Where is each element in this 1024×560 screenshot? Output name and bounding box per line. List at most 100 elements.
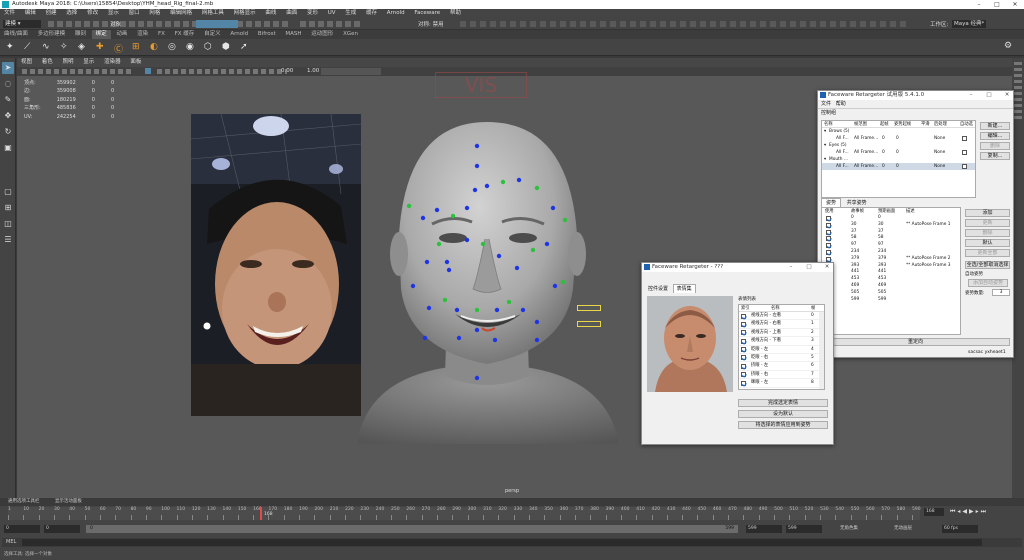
tracking-marker-blue[interactable] <box>492 337 498 343</box>
auto-pose-count-field[interactable]: 3 <box>992 289 1010 296</box>
shelf-tab-rigging[interactable]: 绑定 <box>91 30 111 39</box>
menu-deform[interactable]: 变形 <box>307 9 318 18</box>
tracking-marker-blue[interactable] <box>444 259 450 265</box>
cluster-icon[interactable]: Ⓒ <box>114 42 128 55</box>
expand-arrow-icon[interactable]: ▾ <box>824 142 826 149</box>
pose-row[interactable]: 234 234 <box>822 249 960 256</box>
close-icon[interactable]: ✕ <box>821 263 833 272</box>
auto-select-checkbox[interactable] <box>962 164 967 169</box>
menu-mesh-display[interactable]: 网格显示 <box>234 9 256 18</box>
pose-row[interactable]: 37 37 <box>822 229 960 236</box>
menu-generate[interactable]: 生成 <box>345 9 356 18</box>
tracking-marker-blue[interactable] <box>420 215 426 221</box>
close-icon[interactable]: ✕ <box>1006 0 1024 9</box>
tracking-marker-blue[interactable] <box>496 253 502 259</box>
shelf-tab-animation[interactable]: 动画 <box>112 30 131 39</box>
menu-modify[interactable]: 修改 <box>87 9 98 18</box>
tracking-marker-blue[interactable] <box>454 307 460 313</box>
color-space-dropdown[interactable] <box>321 68 381 75</box>
finish-expression-button[interactable]: 完成选定表情 <box>738 399 828 407</box>
pose-row[interactable]: 00 <box>822 215 960 222</box>
character-set-dropdown[interactable]: 无角色集 <box>840 524 858 534</box>
set-default-button[interactable]: 设为默认 <box>738 410 828 418</box>
start-time-field[interactable]: 0 <box>4 525 40 533</box>
tracking-marker-blue[interactable] <box>446 267 452 273</box>
maximize-icon[interactable]: □ <box>803 263 815 272</box>
select-tool-icon[interactable]: ➤ <box>2 62 14 74</box>
tracking-marker-green[interactable] <box>530 247 536 253</box>
tracking-marker-blue[interactable] <box>464 205 470 211</box>
tracking-marker-blue[interactable] <box>534 319 540 325</box>
tracking-marker-green[interactable] <box>450 213 456 219</box>
expression-checkbox[interactable] <box>741 347 746 353</box>
tracking-marker-blue[interactable] <box>484 183 490 189</box>
playback-end-field[interactable]: 599 <box>746 525 782 533</box>
tracking-marker-blue[interactable] <box>520 307 526 313</box>
tracking-marker-green[interactable] <box>474 307 480 313</box>
layout-four-icon[interactable]: ⊞ <box>2 202 14 214</box>
end-time-field[interactable]: 599 <box>786 525 822 533</box>
tab-toolbar-options[interactable]: 通用选项工具栏 <box>8 499 40 504</box>
ik-spline-icon[interactable]: ∿ <box>42 42 56 53</box>
shelf-tab-fx[interactable]: FX <box>154 30 169 39</box>
layout-two-icon[interactable]: ◫ <box>2 218 14 230</box>
layout-single-icon[interactable]: ▢ <box>2 186 14 198</box>
pose-row[interactable]: 58 58 <box>822 235 960 242</box>
expression-row[interactable]: 眨眼 - 右5 <box>739 354 824 363</box>
ik-handle-icon[interactable]: ⟋ <box>24 42 38 53</box>
control-group-row[interactable]: ▾ Eyes (5) <box>822 142 975 149</box>
pose-row[interactable]: 379 379 ** AutoPose Frame 2 <box>822 256 960 263</box>
tracking-marker-blue[interactable] <box>410 283 416 289</box>
panel-menu-panels[interactable]: 面板 <box>130 58 141 67</box>
auto-pose-button[interactable]: 添加自动姿势 <box>968 279 1008 287</box>
menu-edit-mesh[interactable]: 编辑网格 <box>170 9 192 18</box>
parent-constraint-icon[interactable]: ⬡ <box>204 42 218 53</box>
aim-constraint-icon[interactable]: ➚ <box>240 42 254 53</box>
mouth-control-curve[interactable] <box>577 321 601 327</box>
gamma-field[interactable]: 1.00 <box>307 67 319 76</box>
menu-display[interactable]: 显示 <box>108 9 119 18</box>
tracking-marker-green[interactable] <box>560 279 566 285</box>
tracking-marker-green[interactable] <box>442 297 448 303</box>
exposure-field[interactable]: 0.00 <box>281 67 293 76</box>
control-group-row[interactable]: All F... All Frame... 0 0 None <box>822 149 975 156</box>
expression-row[interactable]: 挤眼 - 右7 <box>739 371 824 380</box>
tracking-marker-blue[interactable] <box>474 375 480 381</box>
pose-row[interactable]: 441 441 <box>822 269 960 276</box>
panel-menu-show[interactable]: 显示 <box>83 58 94 67</box>
expression-row[interactable]: 视线方向 - 左看 0 <box>739 312 824 321</box>
expression-row[interactable]: 视线方向 - 下看 3 <box>739 337 824 346</box>
update-all-button[interactable]: 更新全部 <box>965 249 1010 257</box>
tracking-marker-blue[interactable] <box>464 237 470 243</box>
range-slider-bar[interactable]: 0 599 <box>86 525 738 533</box>
menu-help[interactable]: 帮助 <box>450 9 461 18</box>
tracking-marker-blue[interactable] <box>534 337 540 343</box>
pose-row[interactable]: 453 453 <box>822 276 960 283</box>
use-pose-checkbox[interactable] <box>826 236 831 242</box>
menu-uv[interactable]: UV <box>328 9 336 18</box>
panel-tool-icons[interactable] <box>22 69 132 74</box>
delete-group-button[interactable]: 删除 <box>980 142 1010 150</box>
use-pose-checkbox[interactable] <box>826 216 831 221</box>
auto-select-checkbox[interactable] <box>962 136 967 141</box>
blendshape-icon[interactable]: ◐ <box>150 42 164 53</box>
tracking-marker-green[interactable] <box>562 217 568 223</box>
tab-expression-set[interactable]: 表情集 <box>672 284 696 293</box>
joint-tool-icon[interactable]: ✦ <box>6 42 20 53</box>
point-constraint-icon[interactable]: ◎ <box>168 42 182 53</box>
retarget-button[interactable]: 重定向 <box>821 338 1010 346</box>
pole-vector-icon[interactable]: ⬢ <box>222 42 236 53</box>
add-pose-button[interactable]: 添加 <box>965 209 1010 217</box>
auto-select-checkbox[interactable] <box>962 150 967 155</box>
expression-row[interactable]: 眯眼 - 左8 <box>739 379 824 388</box>
shelf-tab-poly[interactable]: 多边形建模 <box>34 30 70 39</box>
workspace-dropdown[interactable]: Maya 经典* <box>952 20 986 28</box>
rotate-tool-icon[interactable]: ↻ <box>2 126 14 138</box>
update-pose-button[interactable]: 更新 <box>965 219 1010 227</box>
tracking-marker-blue[interactable] <box>544 241 550 247</box>
expression-list[interactable]: 索引 名称 帧 视线方向 - 左看 0 视线方向 - 右看 1 视线方向 - 上看 2 视线… <box>738 304 825 390</box>
apply-expression-button[interactable]: 将选择的表情应用到姿势 <box>738 421 828 429</box>
menu-surfaces[interactable]: 曲面 <box>286 9 297 18</box>
playback-controls[interactable]: ⏮◂◀▶▸⏭ <box>950 508 1020 516</box>
expression-row[interactable]: 挤眼 - 左6 <box>739 362 824 371</box>
